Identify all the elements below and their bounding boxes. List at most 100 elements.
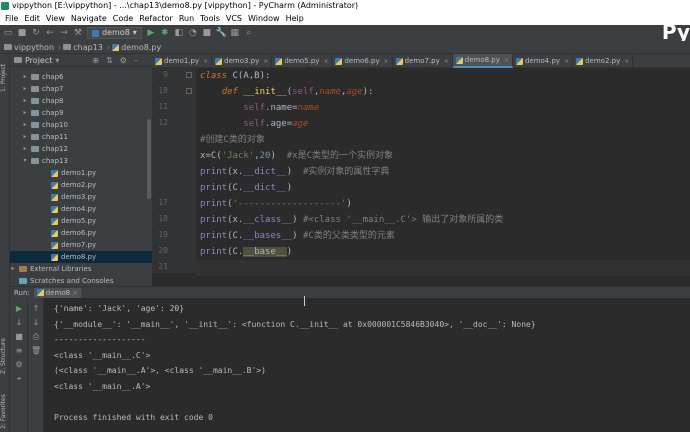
editor-tab[interactable]: demo3.py × — [212, 54, 273, 68]
tree-item[interactable]: ▸ chap10 — [10, 119, 152, 131]
chevron-down-icon[interactable]: ▾ — [22, 155, 28, 167]
menu-tools[interactable]: Tools — [197, 12, 223, 25]
fold-marker-icon[interactable] — [186, 88, 192, 94]
tree-item[interactable]: demo6.py — [10, 227, 152, 239]
menu-refactor[interactable]: Refactor — [136, 12, 176, 25]
chevron-right-icon[interactable]: ▸ — [22, 71, 28, 83]
tree-item[interactable]: ▸ chap7 — [10, 83, 152, 95]
editor-tab[interactable]: demo8.py × — [452, 54, 513, 68]
settings-wrench-icon[interactable]: 🔧 — [216, 28, 227, 38]
editor-tab[interactable]: demo1.py × — [152, 54, 213, 68]
scroll-to-end-icon[interactable]: ↓ — [14, 318, 24, 328]
rerun-icon[interactable]: ▶ — [14, 304, 24, 314]
tree-item[interactable]: ▸ chap6 — [10, 71, 152, 83]
chevron-right-icon[interactable]: ▸ — [22, 95, 28, 107]
menu-edit[interactable]: Edit — [21, 12, 43, 25]
back-icon[interactable]: ← — [45, 28, 55, 38]
close-icon[interactable]: × — [624, 58, 629, 65]
tree-item[interactable]: demo4.py — [10, 203, 152, 215]
tree-item[interactable]: demo5.py — [10, 215, 152, 227]
menu-run[interactable]: Run — [176, 12, 197, 25]
chevron-down-icon[interactable]: ▾ — [55, 56, 59, 65]
favorites-tool-tab[interactable]: 2: Favorites — [0, 392, 10, 432]
editor-tab[interactable]: demo4.py × — [513, 54, 574, 68]
breadcrumb-file[interactable]: demo8.py — [112, 43, 161, 52]
save-icon[interactable]: ■ — [17, 28, 27, 38]
menu-vcs[interactable]: VCS — [223, 12, 245, 25]
close-icon[interactable]: × — [72, 289, 78, 297]
up-icon[interactable]: ↑ — [31, 304, 41, 314]
project-tool-tab[interactable]: 1: Project — [0, 58, 10, 98]
hide-icon[interactable]: – — [134, 56, 138, 65]
menu-help[interactable]: Help — [283, 12, 307, 25]
menu-view[interactable]: View — [43, 12, 68, 25]
run-config-tab[interactable]: demo8 × — [33, 287, 81, 298]
close-icon[interactable]: × — [504, 57, 509, 64]
tree-item[interactable]: ▸ chap12 — [10, 143, 152, 155]
project-structure-icon[interactable]: ▦ — [230, 28, 240, 38]
close-icon[interactable]: × — [444, 58, 449, 65]
tree-item[interactable]: ▸ chap9 — [10, 107, 152, 119]
close-icon[interactable]: × — [323, 58, 328, 65]
tree-item[interactable]: demo1.py — [10, 167, 152, 179]
collapse-icon[interactable]: ⇅ — [106, 56, 113, 65]
tree-item[interactable]: ▸ External Libraries — [10, 263, 152, 275]
tree-item[interactable]: ▸ chap8 — [10, 95, 152, 107]
line-number: 18 — [158, 214, 168, 223]
debug-icon[interactable]: ✱ — [160, 28, 170, 38]
close-icon[interactable]: × — [564, 58, 569, 65]
chevron-right-icon[interactable]: ▸ — [22, 107, 28, 119]
editor-tab[interactable]: demo7.py × — [393, 54, 453, 68]
project-scrollbar[interactable] — [147, 119, 151, 199]
chevron-right-icon[interactable]: ▸ — [22, 83, 28, 95]
chevron-right-icon[interactable]: ▸ — [22, 143, 28, 155]
open-folder-icon[interactable]: ▭ — [3, 28, 13, 38]
run-console[interactable]: {'name': 'Jack', 'age': 20} {'__module__'… — [44, 298, 690, 432]
tree-item[interactable]: ▾ chap13 — [10, 155, 152, 167]
sync-icon[interactable]: ↻ — [31, 28, 41, 38]
stop-icon[interactable]: ■ — [14, 332, 24, 342]
breadcrumb-folder[interactable]: chap13 — [63, 43, 103, 52]
structure-tool-tab[interactable]: Z: Structure — [0, 334, 10, 378]
fold-marker-icon[interactable] — [186, 72, 192, 78]
pin-icon[interactable]: ⌖ — [14, 374, 24, 384]
close-icon[interactable]: × — [263, 58, 268, 65]
menu-code[interactable]: Code — [110, 12, 136, 25]
trash-icon[interactable]: 🗑 — [31, 346, 41, 356]
breadcrumb-project[interactable]: vippython — [4, 43, 54, 52]
build-icon[interactable]: ⚒ — [73, 28, 83, 38]
menu-navigate[interactable]: Navigate — [68, 12, 110, 25]
print-icon[interactable]: ⎙ — [31, 332, 41, 342]
run-config-select[interactable]: demo8 ▾ — [87, 27, 142, 39]
chevron-right-icon[interactable]: ▸ — [10, 263, 16, 275]
stop-icon[interactable]: ■ — [202, 28, 212, 38]
tree-item-label: chap9 — [42, 109, 64, 117]
editor-tab[interactable]: demo2.py × — [573, 54, 634, 68]
editor-tab[interactable]: demo6.py × — [332, 54, 393, 68]
code-editor[interactable]: class C(A,B): def __init__(self,name,age… — [196, 68, 690, 276]
menu-file[interactable]: File — [2, 12, 21, 25]
profile-icon[interactable]: ◔ — [188, 28, 198, 38]
forward-icon[interactable]: → — [59, 28, 69, 38]
gear-icon[interactable]: ⚙ — [120, 56, 127, 65]
tree-item[interactable]: ▸ chap11 — [10, 131, 152, 143]
down-icon[interactable]: ↓ — [31, 318, 41, 328]
chevron-right-icon[interactable]: ▸ — [22, 131, 28, 143]
close-icon[interactable]: × — [203, 58, 208, 65]
menu-window[interactable]: Window — [245, 12, 283, 25]
python-file-icon — [215, 57, 223, 65]
run-icon[interactable]: ▶ — [146, 28, 156, 38]
search-icon[interactable]: ⌕ — [244, 28, 254, 38]
target-icon[interactable]: ⊕ — [92, 56, 99, 65]
coverage-icon[interactable]: ◧ — [174, 28, 184, 38]
close-icon[interactable]: × — [384, 58, 389, 65]
chevron-right-icon[interactable]: ▸ — [22, 119, 28, 131]
soft-wrap-icon[interactable]: ≡ — [14, 346, 24, 356]
project-panel-title[interactable]: Project — [25, 56, 52, 65]
tree-item[interactable]: demo3.py — [10, 191, 152, 203]
tree-item[interactable]: demo2.py — [10, 179, 152, 191]
tree-item[interactable]: demo7.py — [10, 239, 152, 251]
settings-icon[interactable]: ⚙ — [14, 360, 24, 370]
tree-item[interactable]: demo8.py — [10, 251, 152, 263]
editor-tab[interactable]: demo5.py × — [272, 54, 333, 68]
